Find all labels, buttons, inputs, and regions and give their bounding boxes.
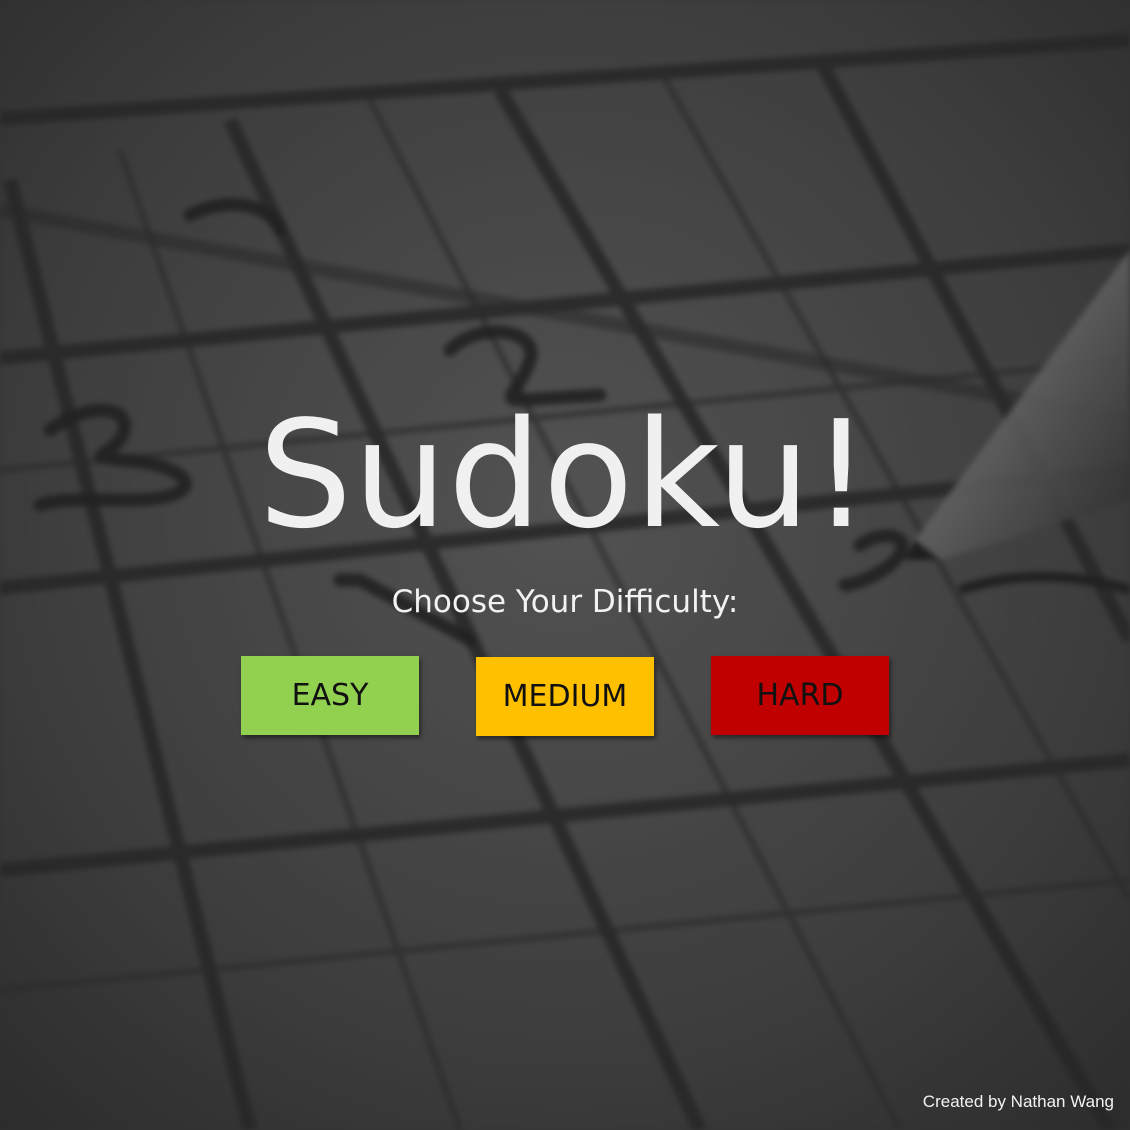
easy-button-label: EASY — [291, 678, 369, 713]
game-title: Sudoku! — [258, 389, 872, 561]
medium-button-label: MEDIUM — [502, 679, 628, 714]
medium-button[interactable]: MEDIUM — [476, 657, 654, 736]
difficulty-prompt: Choose Your Difficulty: — [391, 584, 739, 620]
hard-button[interactable]: HARD — [711, 656, 889, 735]
easy-button[interactable]: EASY — [241, 656, 419, 735]
credit-text: Created by Nathan Wang — [922, 1092, 1114, 1111]
hard-button-label: HARD — [756, 678, 844, 713]
dim-overlay — [0, 0, 1130, 1130]
start-screen: Sudoku! Choose Your Difficulty: EASY MED… — [0, 0, 1130, 1130]
